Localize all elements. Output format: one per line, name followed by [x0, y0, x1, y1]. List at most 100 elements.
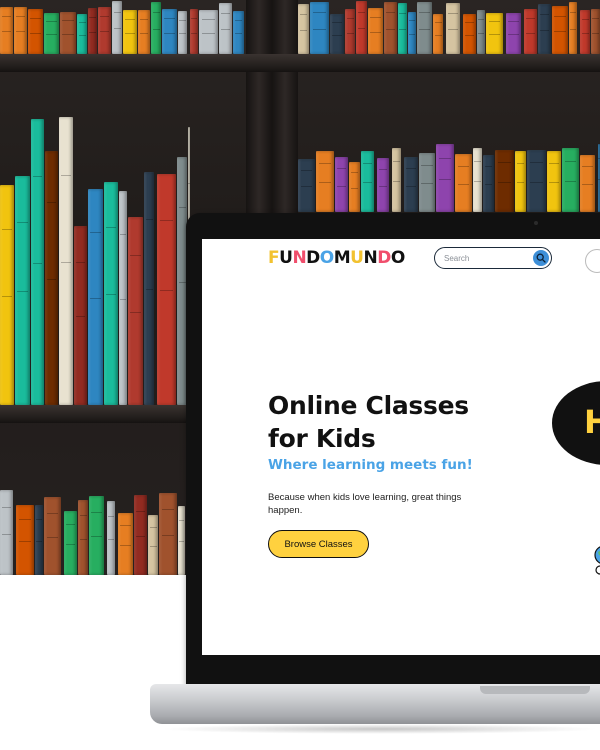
book-spine: [159, 493, 177, 575]
book-spine: [44, 497, 61, 575]
laptop-lid: FUNDOMUNDO Online Classes for Kids Where…: [186, 213, 600, 685]
book-spine: [123, 10, 137, 54]
book-spine: [349, 162, 360, 212]
book-spine: [515, 151, 526, 212]
search-input[interactable]: [444, 251, 524, 265]
book-spine: [486, 13, 503, 54]
book-spine: [31, 119, 44, 405]
logo-letter: N: [292, 248, 307, 268]
book-spine: [112, 1, 122, 54]
search-box: [434, 247, 552, 269]
book-spine: [316, 151, 334, 212]
hero-title: Online Classes for Kids: [268, 391, 469, 453]
book-spine: [538, 4, 551, 54]
book-spine: [0, 185, 14, 405]
globe-icon: [594, 546, 600, 575]
book-spine: [569, 2, 577, 54]
book-spine: [483, 155, 494, 212]
hero-subtitle: Where learning meets fun!: [268, 457, 473, 473]
logo-letter: U: [350, 248, 364, 268]
laptop-screen: FUNDOMUNDO Online Classes for Kids Where…: [202, 239, 600, 655]
book-spine: [128, 217, 143, 405]
book-spine: [148, 515, 158, 575]
browse-classes-button[interactable]: Browse Classes: [268, 530, 369, 558]
laptop-base: [150, 684, 600, 724]
book-spine: [591, 9, 600, 54]
book-spine: [368, 8, 383, 54]
book-spine: [310, 2, 329, 54]
book-spine: [157, 174, 176, 405]
book-spine: [45, 151, 58, 405]
book-spine: [463, 14, 476, 54]
book-spine: [74, 226, 87, 405]
book-spine: [298, 4, 309, 54]
book-spine: [107, 501, 115, 575]
book-spine: [345, 9, 355, 54]
book-spine: [77, 14, 87, 54]
book-spine: [151, 2, 161, 54]
logo-letter: D: [377, 248, 391, 268]
site-logo[interactable]: FUNDOMUNDO: [268, 248, 405, 268]
book-spine: [138, 10, 150, 54]
logo-letter: O: [319, 248, 334, 268]
book-spine: [144, 172, 154, 405]
book-spine: [233, 11, 244, 54]
book-spine: [524, 9, 537, 54]
book-spine: [0, 7, 13, 54]
logo-letter: D: [306, 248, 320, 268]
book-spine: [552, 6, 568, 54]
book-spine: [298, 159, 315, 212]
book-spine: [417, 2, 432, 54]
book-spine: [0, 490, 13, 575]
bubble-letter: H: [584, 403, 600, 441]
book-spine: [495, 150, 514, 212]
hero-description: Because when kids love learning, great t…: [268, 492, 462, 516]
webcam: [534, 221, 538, 225]
logo-letter: M: [333, 248, 351, 268]
book-spine: [473, 148, 482, 212]
speech-bubble-illustration: H: [552, 381, 600, 465]
book-spine: [580, 10, 590, 54]
shelf-board: [0, 54, 600, 72]
book-spine: [104, 182, 118, 405]
account-button[interactable]: [585, 249, 600, 273]
logo-letter: N: [363, 248, 378, 268]
book-spine: [436, 144, 454, 212]
book-spine: [15, 176, 30, 405]
book-spine: [162, 9, 177, 54]
book-spine: [361, 151, 374, 212]
logo-letter: O: [390, 248, 405, 268]
book-spine: [335, 157, 348, 212]
book-spine: [408, 12, 416, 54]
book-spine: [35, 505, 43, 575]
logo-letter: F: [268, 248, 280, 268]
book-spine: [190, 9, 198, 54]
book-spine: [330, 14, 344, 54]
book-spine: [580, 155, 595, 212]
book-spine: [14, 7, 27, 54]
book-spine: [64, 511, 77, 575]
book-spine: [16, 505, 34, 575]
search-button[interactable]: [533, 250, 549, 266]
book-spine: [178, 506, 185, 575]
book-spine: [547, 151, 561, 212]
book-spine: [455, 154, 472, 212]
book-spine: [404, 157, 418, 212]
logo-letter: U: [279, 248, 293, 268]
book-spine: [89, 496, 104, 575]
book-spine: [134, 495, 147, 575]
book-spine: [506, 13, 521, 54]
book-spine: [356, 1, 367, 54]
book-spine: [446, 3, 460, 54]
book-spine: [477, 10, 485, 54]
book-spine: [44, 13, 59, 54]
book-spine: [392, 148, 401, 212]
book-spine: [119, 191, 127, 405]
book-spine: [78, 500, 88, 575]
book-spine: [88, 8, 97, 54]
book-spine: [377, 158, 389, 212]
book-spine: [98, 7, 111, 54]
book-spine: [88, 189, 103, 405]
book-spine: [59, 117, 73, 405]
book-spine: [118, 513, 133, 575]
